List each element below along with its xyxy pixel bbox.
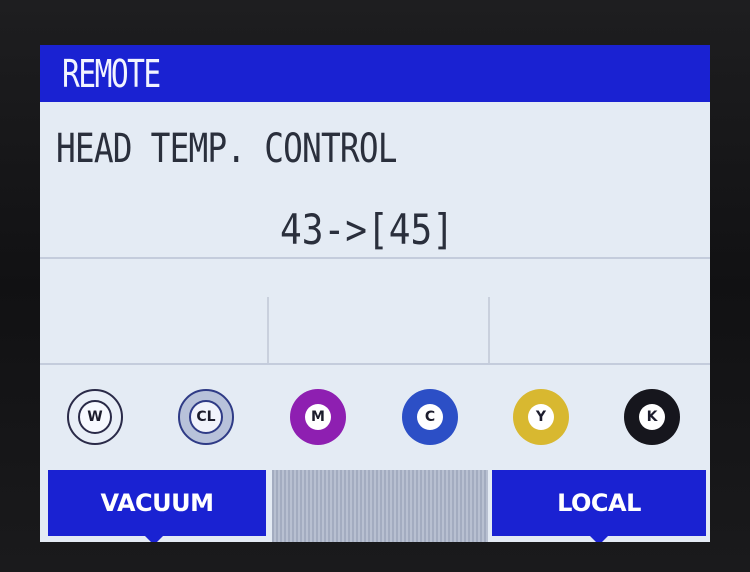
ink-y-icon: Y	[513, 389, 569, 445]
ink-w-label: W	[78, 400, 112, 434]
lcd-screen: REMOTE HEAD TEMP. CONTROL 43->[45] W CL …	[40, 45, 710, 542]
vacuum-pointer-icon	[144, 535, 164, 542]
vacuum-softkey-label: VACUUM	[100, 489, 215, 517]
ink-cl-label: CL	[189, 400, 223, 434]
ink-c-label: C	[417, 404, 443, 430]
page-heading: HEAD TEMP. CONTROL	[56, 126, 398, 172]
divider-left	[267, 297, 269, 363]
ink-y-label: Y	[528, 404, 554, 430]
ink-c-icon: C	[402, 389, 458, 445]
divider-right	[488, 297, 490, 363]
ink-cl-icon: CL	[178, 389, 234, 445]
local-softkey[interactable]: LOCAL	[492, 470, 706, 542]
local-pointer-icon	[589, 535, 609, 542]
softkey-empty	[272, 470, 488, 542]
divider-top	[40, 257, 710, 259]
title-bar: REMOTE	[40, 45, 710, 102]
temperature-readout: 43->[45]	[280, 205, 454, 254]
local-softkey-label: LOCAL	[557, 489, 641, 517]
ink-k-label: K	[639, 404, 665, 430]
vacuum-softkey[interactable]: VACUUM	[48, 470, 266, 542]
ink-k-icon: K	[624, 389, 680, 445]
ink-m-icon: M	[290, 389, 346, 445]
divider-bottom	[40, 363, 710, 365]
softkey-bar: VACUUM LOCAL	[40, 470, 710, 542]
ink-m-label: M	[305, 404, 331, 430]
ink-status-row: W CL M C Y K	[40, 373, 710, 468]
ink-w-icon: W	[67, 389, 123, 445]
mode-title: REMOTE	[62, 52, 161, 96]
